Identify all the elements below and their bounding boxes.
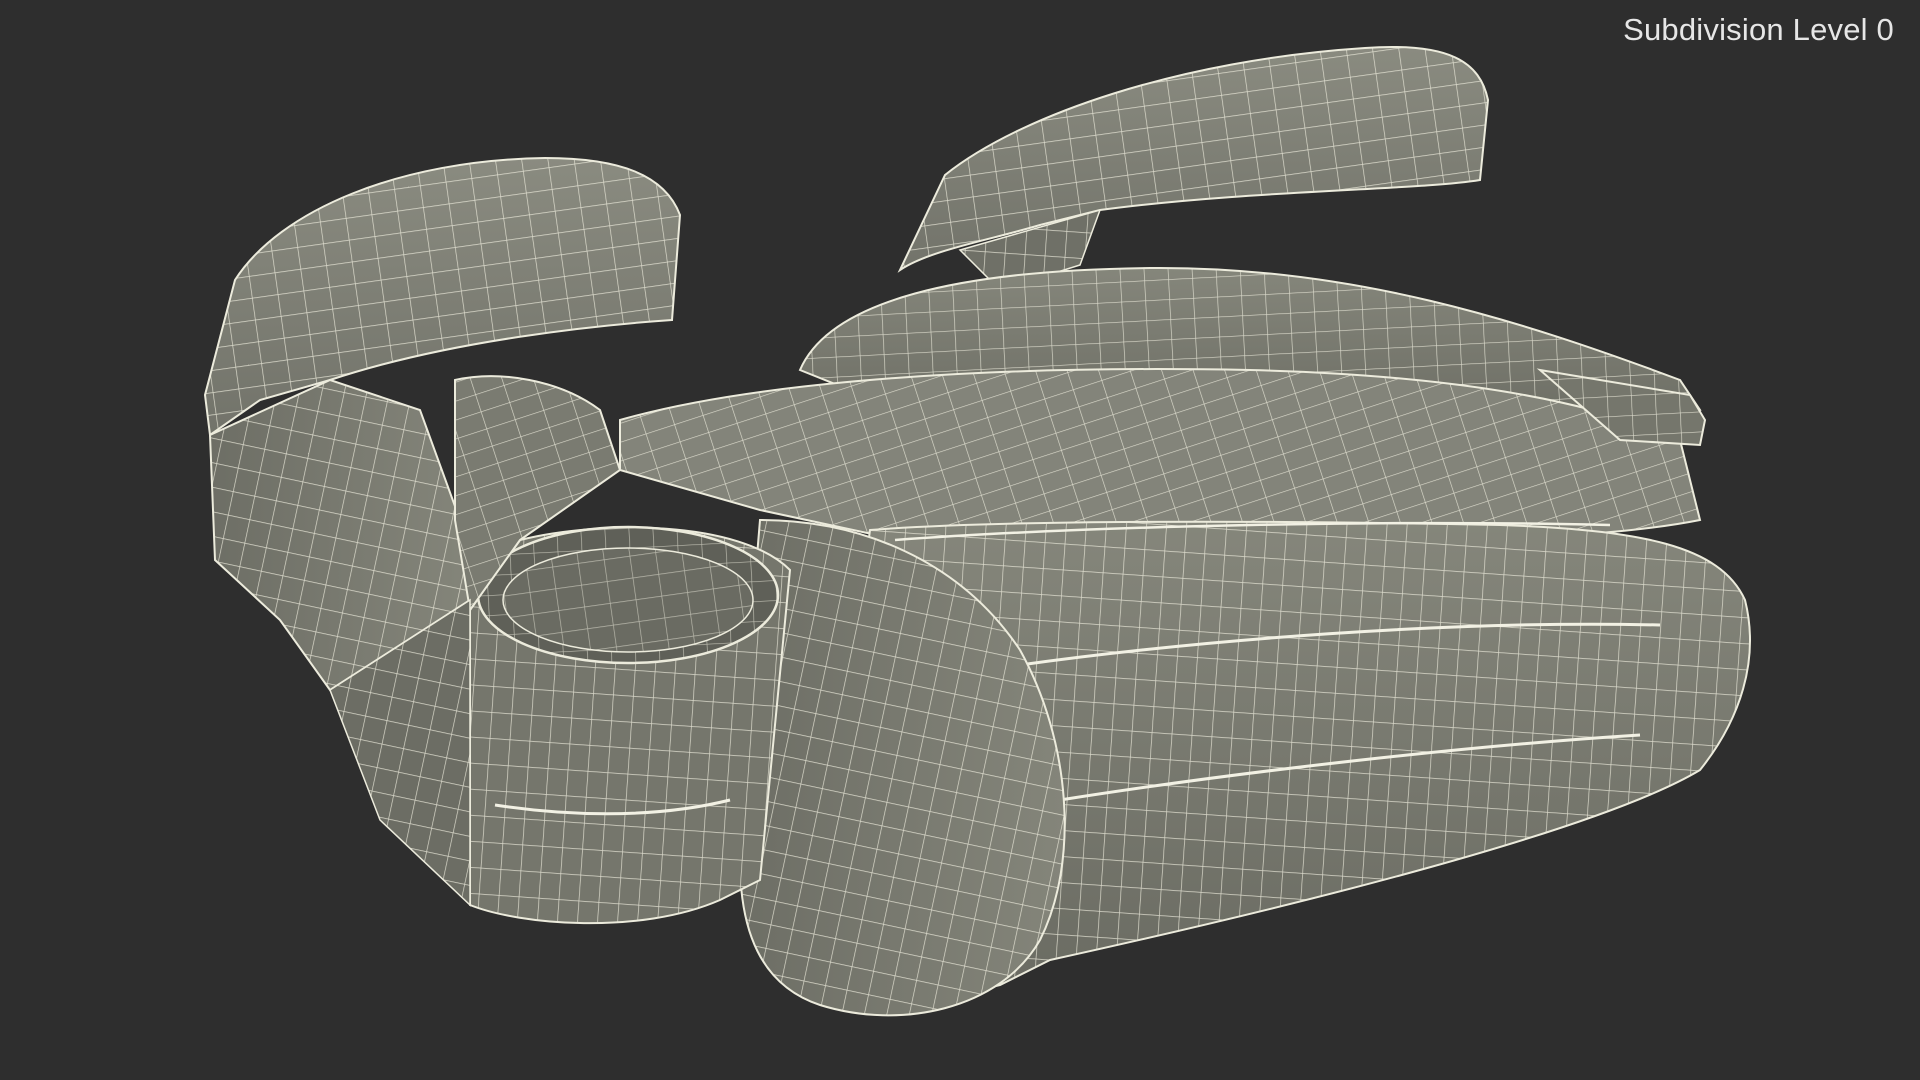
3d-viewport[interactable]: Subdivision Level 0 (0, 0, 1920, 1080)
cup-holder (469, 525, 792, 925)
right-armrest (897, 46, 1490, 291)
booster-seat-wireframe-render (203, 46, 1751, 1017)
subdivision-level-label: Subdivision Level 0 (1623, 12, 1894, 47)
